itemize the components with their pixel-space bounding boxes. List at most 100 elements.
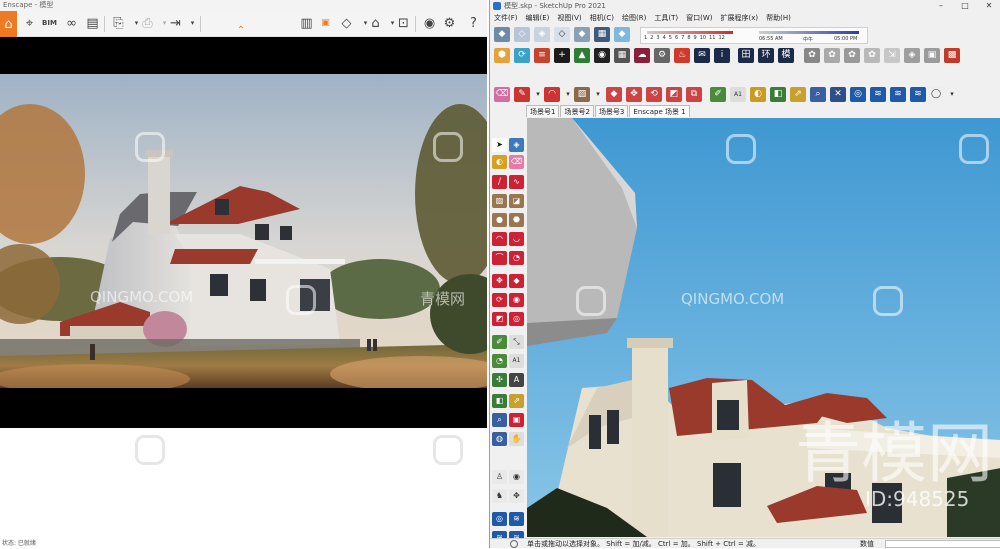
zoom-icon[interactable]: ⌕ (810, 87, 826, 102)
offset-icon[interactable]: ⧉ (686, 87, 702, 102)
face-style-xray-icon[interactable]: ◆ (494, 27, 510, 42)
clapperboard-icon[interactable]: ▤ (83, 14, 102, 33)
add-icon[interactable]: + (554, 48, 570, 63)
measurements-input[interactable] (885, 540, 1000, 548)
material-diamond-icon[interactable]: ◇ (337, 14, 356, 33)
line-icon[interactable]: / (492, 175, 507, 189)
tree-icon[interactable]: ▲ (574, 48, 590, 63)
pencil-icon[interactable]: ✎ (514, 87, 530, 102)
collection-icon[interactable]: ▣ (316, 14, 335, 33)
protractor-icon[interactable]: ◔ (492, 354, 507, 368)
face-style-mono-icon[interactable]: ▦ (594, 27, 610, 42)
plugin-icon-8[interactable]: ▩ (944, 48, 960, 63)
tab-scene-3[interactable]: 场景号3 (594, 105, 629, 117)
rectangle-icon[interactable]: ▨ (492, 194, 507, 208)
menu-camera[interactable]: 相机(C) (590, 12, 614, 24)
extension-icon-1[interactable]: ≋ (870, 87, 886, 102)
face-style-textured-icon[interactable]: ◆ (574, 27, 590, 42)
menu-edit[interactable]: 编辑(E) (526, 12, 550, 24)
gear-icon[interactable]: ⚙ (654, 48, 670, 63)
settings-gear-icon[interactable]: ⚙ (440, 14, 459, 33)
paint-bucket-icon[interactable]: ◐ (750, 87, 766, 102)
follow-me-tool-icon[interactable]: ◉ (509, 293, 524, 307)
two-point-arc-icon[interactable]: ◡ (509, 232, 524, 246)
plugin-icon-1[interactable]: ✿ (804, 48, 820, 63)
menu-view[interactable]: 视图(V) (557, 12, 581, 24)
circle-icon[interactable]: ● (492, 213, 507, 227)
eraser-tool-icon[interactable]: ⌫ (509, 155, 524, 169)
plugin-icon-6[interactable]: ◈ (904, 48, 920, 63)
section-plane-icon[interactable]: ◧ (770, 87, 786, 102)
move-tool-icon[interactable]: ✥ (492, 274, 507, 288)
walk-alt-icon[interactable]: ✥ (509, 489, 524, 503)
menu-extensions[interactable]: 扩展程序(x) (720, 12, 758, 24)
face-style-hidden-icon[interactable]: ◈ (534, 27, 550, 42)
ext-warehouse-icon[interactable]: ≋ (509, 512, 524, 526)
arc-icon[interactable]: ◠ (544, 87, 560, 102)
tab-scene-2[interactable]: 场景号2 (560, 105, 594, 117)
enscape-viewport[interactable]: QINGMO.COM 青模网 (0, 37, 487, 428)
plugin-icon-3[interactable]: ✿ (844, 48, 860, 63)
vr-headset-icon[interactable]: ⊡ (394, 14, 413, 33)
face-style-shaded-icon[interactable]: ◇ (554, 27, 570, 42)
three-point-arc-icon[interactable]: ⌒ (492, 251, 507, 265)
position-camera-icon[interactable]: ♙ (492, 470, 507, 484)
push-pull-tool-icon[interactable]: ◆ (509, 274, 524, 288)
push-pull-icon[interactable]: ◆ (606, 87, 622, 102)
location-pin-icon[interactable]: ⌖ (20, 14, 39, 33)
collapse-chevron-icon[interactable]: ⌃ (234, 26, 248, 36)
eraser-icon[interactable]: ⌫ (494, 87, 510, 102)
info-icon[interactable]: i (714, 48, 730, 63)
bim-info-icon[interactable]: BIM (40, 14, 59, 33)
offset-tool-icon[interactable]: ◎ (509, 312, 524, 326)
extension-icon-2[interactable]: ≋ (890, 87, 906, 102)
sync-views-icon[interactable]: ≡ (534, 48, 550, 63)
walk-tool-icon[interactable]: ♞ (492, 489, 507, 503)
capture-icon[interactable]: ◉ (594, 48, 610, 63)
menu-help[interactable]: 帮助(H) (766, 12, 791, 24)
map-book-icon[interactable]: ▥ (297, 14, 316, 33)
face-style-icon[interactable]: ◆ (614, 27, 630, 42)
tab-scene-1[interactable]: 场景号1 (526, 105, 560, 117)
warehouse-tool-icon[interactable]: ◎ (492, 512, 507, 526)
axes-icon[interactable]: ✣ (492, 373, 507, 387)
tab-enscape-scene-1[interactable]: Enscape 场景 1 (629, 105, 690, 117)
walk-icon[interactable]: ⇗ (509, 394, 524, 408)
ring-tool-icon[interactable]: 环 (758, 48, 774, 63)
enscape-start-icon[interactable]: ⬢ (494, 48, 510, 63)
component-icon[interactable]: ◈ (509, 138, 524, 152)
face-style-wire-icon[interactable]: ◇ (514, 27, 530, 42)
move-icon[interactable]: ✥ (626, 87, 642, 102)
arc-tool-icon[interactable]: ◠ (492, 232, 507, 246)
extension-icon-3[interactable]: ≋ (910, 87, 926, 102)
orbit-icon[interactable]: ◍ (492, 432, 507, 446)
model-tool-icon[interactable]: 模 (778, 48, 794, 63)
text-tool-icon[interactable]: A1 (730, 87, 746, 102)
plugin-icon-2[interactable]: ✿ (824, 48, 840, 63)
menu-file[interactable]: 文件(F) (494, 12, 518, 24)
shape-icon[interactable]: ▨ (574, 87, 590, 102)
pie-icon[interactable]: ◔ (509, 251, 524, 265)
shadow-month-scale[interactable]: 1 2 3 4 5 6 7 8 9 10 11 12 (644, 35, 725, 41)
warehouse-icon[interactable]: ◎ (850, 87, 866, 102)
menu-tools[interactable]: 工具(T) (654, 12, 678, 24)
follow-me-icon[interactable]: ⇗ (790, 87, 806, 102)
tape-tool-icon[interactable]: ✐ (492, 335, 507, 349)
minimize-button[interactable]: – (930, 0, 952, 12)
visual-settings-icon[interactable]: ◉ (420, 14, 439, 33)
polygon-icon[interactable]: ⬣ (509, 213, 524, 227)
rotate-tool-icon[interactable]: ⟳ (492, 293, 507, 307)
home-icon[interactable]: ⌂ (0, 11, 17, 37)
dimension-icon[interactable]: ⤡ (509, 335, 524, 349)
rotate-icon[interactable]: ⟲ (646, 87, 662, 102)
live-update-icon[interactable]: ⟳ (514, 48, 530, 63)
freehand-icon[interactable]: ∿ (509, 175, 524, 189)
plugin-icon-5[interactable]: ⇲ (884, 48, 900, 63)
maximize-button[interactable]: □ (954, 0, 976, 12)
cloud-icon[interactable]: ☁ (634, 48, 650, 63)
plugin-icon-4[interactable]: ✿ (864, 48, 880, 63)
mail-icon[interactable]: ✉ (694, 48, 710, 63)
binoculars-icon[interactable]: ∞ (62, 14, 81, 33)
checker-icon[interactable]: ▦ (614, 48, 630, 63)
menu-draw[interactable]: 绘图(R) (622, 12, 646, 24)
